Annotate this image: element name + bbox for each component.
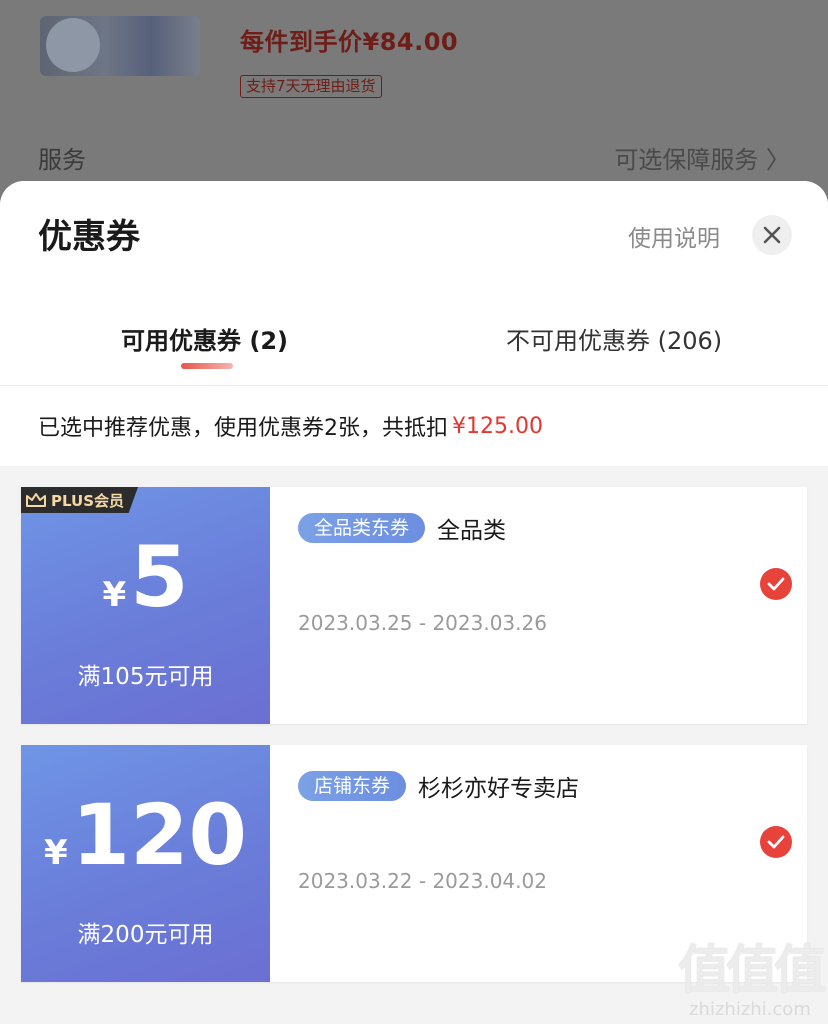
coupon-sheet: 优惠券 使用说明 可用优惠券 (2) 不可用优惠券 (206) 已选中推荐优惠，… <box>0 181 828 1024</box>
coupon-type-tag: 店铺东券 <box>298 771 407 801</box>
close-icon <box>763 226 781 244</box>
tab-unavailable-coupons[interactable]: 不可用优惠券 (206) <box>506 321 722 356</box>
coupon-condition: 满105元可用 <box>77 664 214 690</box>
coupon-amount: ¥5 <box>21 527 270 627</box>
product-thumbnail <box>40 16 200 76</box>
currency-symbol: ¥ <box>102 575 127 615</box>
crown-icon <box>26 493 46 507</box>
watermark-url: zhizhizhi.com <box>689 999 811 1020</box>
summary-text: 已选中推荐优惠，使用优惠券2张，共抵扣 <box>38 416 448 441</box>
coupon-value-panel: ¥120 满200元可用 <box>21 745 270 982</box>
checkmark-icon <box>767 577 785 591</box>
coupon-name: 全品类 <box>437 518 507 544</box>
thumbnail-badge <box>46 18 100 72</box>
coupon-amount-value: 120 <box>71 786 247 884</box>
coupon-value-panel: PLUS会员 ¥5 满105元可用 <box>21 487 270 724</box>
sheet-header: 优惠券 使用说明 可用优惠券 (2) 不可用优惠券 (206) <box>0 181 828 386</box>
coupon-select-checkbox[interactable] <box>760 826 792 858</box>
coupon-date-range: 2023.03.22 - 2023.04.02 <box>298 869 547 893</box>
coupon-condition: 满200元可用 <box>77 922 214 948</box>
close-button[interactable] <box>752 215 792 255</box>
discount-summary: 已选中推荐优惠，使用优惠券2张，共抵扣 ¥125.00 <box>0 386 828 466</box>
coupon-type-tag: 全品类东券 <box>298 513 426 543</box>
coupon-name: 杉杉亦好专卖店 <box>418 776 580 802</box>
summary-amount: ¥125.00 <box>452 413 543 439</box>
currency-symbol: ¥ <box>43 833 68 873</box>
product-page-background: 每件到手价¥84.00 支持7天无理由退货 服务 可选保障服务 〉 <box>0 0 828 200</box>
sheet-title: 优惠券 <box>38 217 140 257</box>
coupon-select-checkbox[interactable] <box>760 568 792 600</box>
coupon-card[interactable]: PLUS会员 ¥5 满105元可用 全品类东券 全品类 2023.03.25 -… <box>21 487 807 724</box>
return-policy-badge: 支持7天无理由退货 <box>240 75 382 98</box>
coupon-tag-row: 全品类东券 全品类 <box>298 511 506 545</box>
service-selector[interactable]: 可选保障服务 〉 <box>614 140 790 175</box>
tab-available-coupons[interactable]: 可用优惠券 (2) <box>121 321 288 356</box>
coupon-amount-value: 5 <box>130 528 189 626</box>
service-label: 服务 <box>38 146 86 174</box>
plus-badge-label: PLUS会员 <box>51 491 125 510</box>
checkmark-icon <box>767 835 785 849</box>
usage-instructions-link[interactable]: 使用说明 <box>628 219 720 253</box>
unit-price: 每件到手价¥84.00 <box>240 28 459 56</box>
coupon-tag-row: 店铺东券 杉杉亦好专卖店 <box>298 769 579 803</box>
coupon-info: 全品类东券 全品类 2023.03.25 - 2023.03.26 <box>270 487 807 724</box>
coupon-date-range: 2023.03.25 - 2023.03.26 <box>298 611 547 635</box>
active-tab-indicator <box>181 363 233 369</box>
plus-member-badge: PLUS会员 <box>21 487 139 513</box>
watermark-logo: 值值值 <box>677 941 826 1001</box>
coupon-amount: ¥120 <box>21 785 270 885</box>
site-watermark: 值值值 zhizhizhi.com <box>677 941 826 1020</box>
